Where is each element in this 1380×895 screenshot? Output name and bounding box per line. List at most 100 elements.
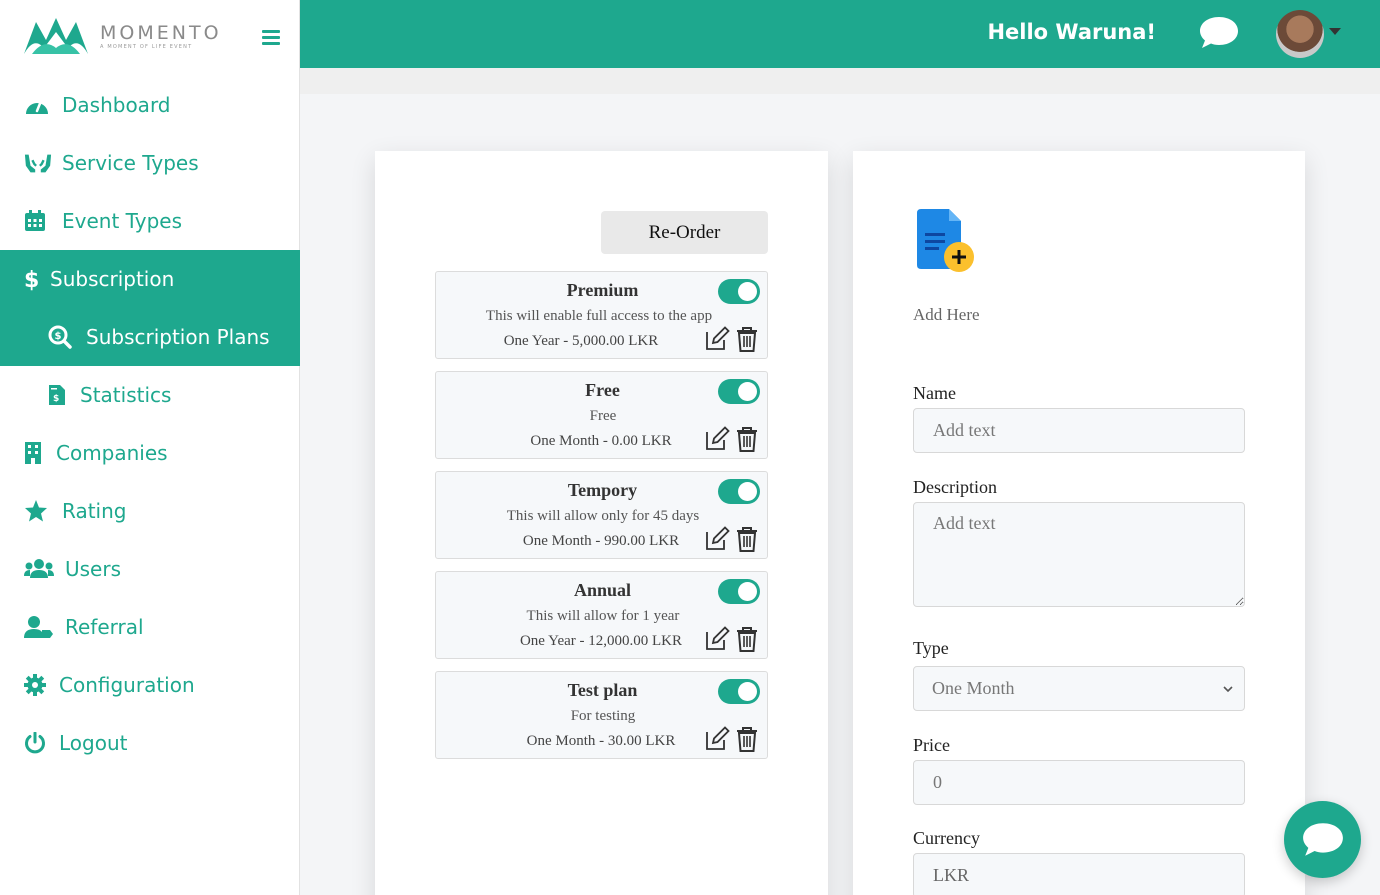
calendar-icon (24, 209, 52, 233)
brand: MOMENTO A MOMENT OF LIFE EVENT (0, 0, 299, 70)
trash-icon[interactable] (736, 726, 758, 752)
type-select[interactable]: One Month (913, 666, 1245, 711)
user-avatar[interactable] (1276, 10, 1324, 58)
edit-icon[interactable] (704, 526, 730, 552)
sidebar-item-subscription-plans[interactable]: $ Subscription Plans (0, 308, 300, 366)
svg-text:$: $ (55, 331, 62, 342)
sidebar: MOMENTO A MOMENT OF LIFE EVENT Dashboard… (0, 0, 300, 895)
plan-description: This will allow for 1 year (526, 608, 680, 624)
plan-price: One Year - 12,000.00 LKR (519, 633, 683, 649)
svg-text:$: $ (24, 268, 38, 291)
reorder-button[interactable]: Re-Order (601, 211, 768, 254)
edit-icon[interactable] (704, 326, 730, 352)
brand-tagline: A MOMENT OF LIFE EVENT (100, 44, 193, 50)
building-icon (24, 441, 46, 465)
search-dollar-icon: $ (48, 325, 76, 349)
brand-name: MOMENTO (100, 22, 222, 44)
invoice-icon: $ (48, 383, 70, 407)
plan-price: One Month - 990.00 LKR (522, 533, 680, 549)
sidebar-item-label: Logout (59, 731, 128, 755)
gear-icon (24, 673, 49, 697)
menu-toggle-icon[interactable] (262, 30, 280, 46)
sidebar-item-statistics[interactable]: $ Statistics (0, 366, 300, 424)
sidebar-item-dashboard[interactable]: Dashboard (0, 76, 300, 134)
plan-price: One Month - 30.00 LKR (526, 733, 676, 749)
content-top-strip (300, 68, 1380, 94)
svg-text:$: $ (53, 394, 59, 404)
plans-panel: Re-Order Premium This will enable full a… (375, 151, 828, 895)
plan-card-tempory: Tempory This will allow only for 45 days… (435, 471, 768, 559)
power-icon (24, 731, 49, 755)
trash-icon[interactable] (736, 526, 758, 552)
sidebar-item-referral[interactable]: Referral (0, 598, 300, 656)
chat-icon[interactable] (1198, 14, 1240, 52)
chat-fab-button[interactable] (1284, 801, 1361, 878)
add-here-label: Add Here (913, 305, 980, 324)
sidebar-item-subscription[interactable]: $ Subscription (0, 250, 300, 308)
sidebar-item-users[interactable]: Users (0, 540, 300, 598)
sidebar-item-logout[interactable]: Logout (0, 714, 300, 772)
sidebar-item-label: Subscription Plans (86, 325, 270, 349)
users-icon (24, 557, 55, 581)
sidebar-nav: Dashboard Service Types Event Types $ Su… (0, 76, 300, 772)
sidebar-item-label: Service Types (62, 151, 199, 175)
sidebar-item-service-types[interactable]: Service Types (0, 134, 300, 192)
plan-enable-toggle[interactable] (718, 279, 760, 304)
add-document-icon[interactable] (915, 209, 979, 279)
name-input[interactable] (913, 408, 1245, 453)
chevron-down-icon (1223, 686, 1233, 693)
sidebar-item-label: Rating (62, 499, 127, 523)
plan-enable-toggle[interactable] (718, 479, 760, 504)
price-label: Price (913, 735, 950, 755)
sidebar-item-rating[interactable]: Rating (0, 482, 300, 540)
sidebar-item-companies[interactable]: Companies (0, 424, 300, 482)
sidebar-item-event-types[interactable]: Event Types (0, 192, 300, 250)
plan-description: Free (589, 408, 617, 424)
top-header: Hello Waruna! (300, 0, 1380, 68)
sidebar-item-configuration[interactable]: Configuration (0, 656, 300, 714)
sidebar-item-label: Referral (65, 615, 144, 639)
name-label: Name (913, 383, 956, 403)
description-textarea[interactable] (913, 502, 1245, 607)
plan-description: This will enable full access to the app (485, 308, 713, 324)
sidebar-item-label: Subscription (50, 267, 175, 291)
plan-enable-toggle[interactable] (718, 379, 760, 404)
edit-icon[interactable] (704, 626, 730, 652)
trash-icon[interactable] (736, 626, 758, 652)
sidebar-item-label: Event Types (62, 209, 183, 233)
currency-input[interactable] (913, 853, 1245, 895)
dashboard-icon (24, 93, 52, 117)
sidebar-item-label: Dashboard (62, 93, 171, 117)
plan-price: One Year - 5,000.00 LKR (503, 333, 659, 349)
trash-icon[interactable] (736, 426, 758, 452)
user-tag-icon (24, 615, 55, 639)
currency-label: Currency (913, 828, 980, 848)
chat-bubble-icon (1302, 822, 1343, 856)
sidebar-item-label: Companies (56, 441, 168, 465)
edit-icon[interactable] (704, 726, 730, 752)
greeting-text: Hello Waruna! (987, 20, 1156, 44)
momento-logo-icon (24, 18, 88, 54)
plan-card-test-plan: Test plan For testing One Month - 30.00 … (435, 671, 768, 759)
description-label: Description (913, 477, 997, 497)
plan-card-premium: Premium This will enable full access to … (435, 271, 768, 359)
plan-enable-toggle[interactable] (718, 679, 760, 704)
type-select-value: One Month (932, 678, 1015, 698)
price-input[interactable] (913, 760, 1245, 805)
hands-icon (24, 151, 52, 175)
sidebar-item-label: Users (65, 557, 122, 581)
star-icon (24, 499, 52, 523)
plan-description: For testing (570, 708, 636, 724)
plan-price: One Month - 0.00 LKR (530, 433, 672, 449)
plan-card-free: Free Free One Month - 0.00 LKR (435, 371, 768, 459)
dollar-icon: $ (24, 267, 40, 291)
edit-icon[interactable] (704, 426, 730, 452)
trash-icon[interactable] (736, 326, 758, 352)
plan-card-annual: Annual This will allow for 1 year One Ye… (435, 571, 768, 659)
plan-enable-toggle[interactable] (718, 579, 760, 604)
plan-description: This will allow only for 45 days (506, 508, 700, 524)
type-label: Type (913, 638, 949, 658)
sidebar-item-label: Configuration (59, 673, 195, 697)
sidebar-item-label: Statistics (80, 383, 172, 407)
caret-down-icon[interactable] (1329, 28, 1341, 35)
